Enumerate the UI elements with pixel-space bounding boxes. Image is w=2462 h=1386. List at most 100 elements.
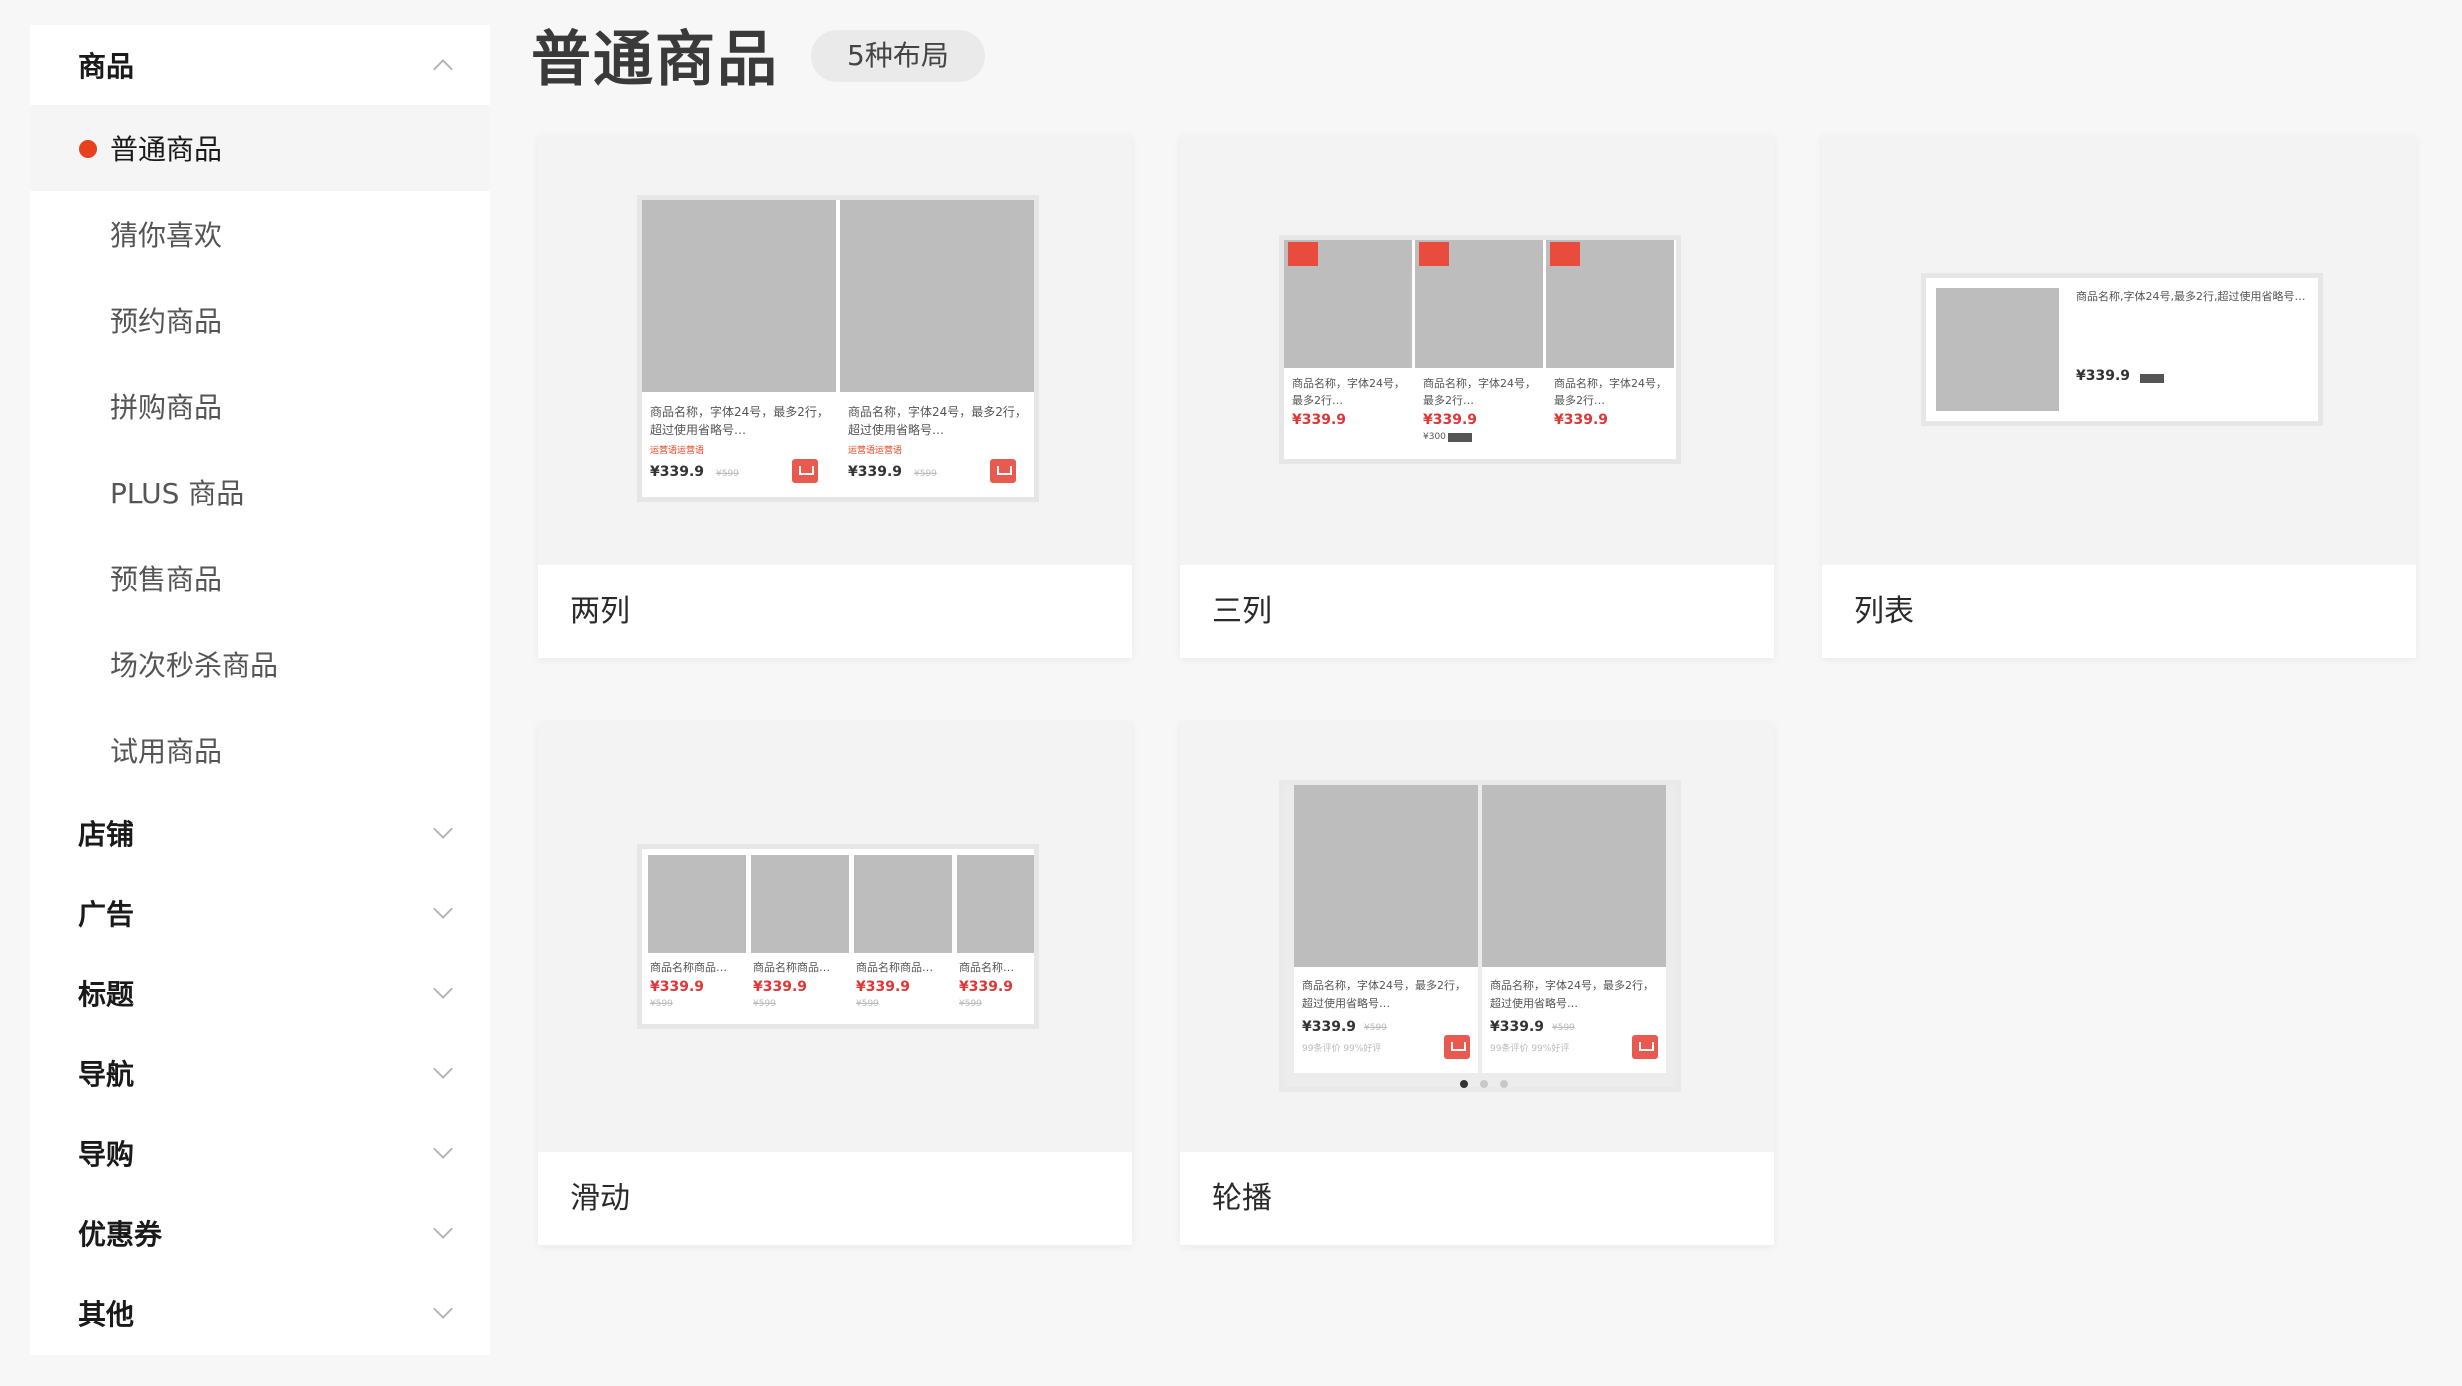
product-name: 商品名称… xyxy=(959,961,1014,974)
product-image xyxy=(642,200,836,392)
sidebar-item-reservation-goods[interactable]: 预约商品 xyxy=(30,277,490,363)
product-image xyxy=(648,855,746,953)
product-name: 商品名称，字体24号，最多2行，超过使用省略号… xyxy=(848,405,1027,437)
product-image xyxy=(751,855,849,953)
product-name: 商品名称商品… xyxy=(856,961,933,974)
sidebar-group-label: 店铺 xyxy=(78,818,135,851)
cart-icon xyxy=(792,459,818,483)
product-name: 商品名称商品… xyxy=(650,961,727,974)
original-price: ¥599 xyxy=(650,999,673,1009)
layout-card-list[interactable]: 商品名称,字体24号,最多2行,超过使用省略号… ¥339.9 列表 xyxy=(1822,135,2416,658)
sidebar-group-other[interactable]: 其他 xyxy=(30,1273,490,1353)
preview-frame: 商品名称，字体24号，最多2行，超过使用省略号… ¥339.9 ¥599 99条… xyxy=(1279,780,1681,1092)
preview-frame: 商品名称,字体24号,最多2行,超过使用省略号… ¥339.9 xyxy=(1921,273,2323,426)
product-price: ¥339.9 xyxy=(1423,412,1478,428)
product-image xyxy=(1482,785,1666,967)
sidebar-item-flash-sale-goods[interactable]: 场次秒杀商品 xyxy=(30,621,490,707)
layout-card-label: 滑动 xyxy=(570,1181,630,1216)
small-tag xyxy=(2140,374,2164,383)
sidebar-item-presale-goods[interactable]: 预售商品 xyxy=(30,535,490,621)
sidebar-item-label: 猜你喜欢 xyxy=(110,219,223,252)
original-price: ¥599 xyxy=(1364,1023,1387,1033)
product-image xyxy=(840,200,1034,392)
sidebar-group-label: 标题 xyxy=(78,978,135,1011)
layout-card-carousel[interactable]: 商品名称，字体24号，最多2行，超过使用省略号… ¥339.9 ¥599 99条… xyxy=(1180,722,1774,1245)
sidebar-item-plus-goods[interactable]: PLUS 商品 xyxy=(30,449,490,535)
layout-preview: 商品名称,字体24号,最多2行,超过使用省略号… ¥339.9 xyxy=(1822,135,2416,565)
sidebar-item-label: 普通商品 xyxy=(110,133,223,166)
sidebar-item-guess-you-like[interactable]: 猜你喜欢 xyxy=(30,191,490,277)
original-price: ¥599 xyxy=(959,999,982,1009)
sidebar-group-store[interactable]: 店铺 xyxy=(30,793,490,873)
product-price: ¥339.9 xyxy=(753,979,808,995)
carousel-slide: 商品名称，字体24号，最多2行，超过使用省略号… ¥339.9 ¥599 99条… xyxy=(1294,785,1478,1073)
promo-tag: 运营语运营语 xyxy=(848,446,903,456)
sidebar-item-label: PLUS 商品 xyxy=(110,477,245,510)
product-name: 商品名称商品… xyxy=(753,961,830,974)
product-price: ¥339.9 xyxy=(1554,412,1609,428)
product-price: ¥339.9 xyxy=(856,979,911,995)
discount-tag xyxy=(1288,242,1318,266)
layout-card-label: 两列 xyxy=(570,594,630,629)
chevron-up-icon xyxy=(433,59,453,79)
product-name: 商品名称，字体24号，最多2行，超过使用省略号… xyxy=(650,405,829,437)
layout-card-slide[interactable]: 商品名称商品… 商品名称商品… 商品名称商品… 商品名称… ¥339.9 ¥33… xyxy=(538,722,1132,1245)
preview-frame: 商品名称，字体24号，最多2行，超过使用省略号… 商品名称，字体24号，最多2行… xyxy=(637,195,1039,502)
sidebar-item-group-buy-goods[interactable]: 拼购商品 xyxy=(30,363,490,449)
cart-icon xyxy=(990,459,1016,483)
chevron-down-icon xyxy=(433,1299,453,1319)
original-price: ¥599 xyxy=(716,469,739,479)
preview-frame: 商品名称，字体24号，最多2行… 商品名称，字体24号，最多2行… 商品名称，字… xyxy=(1279,235,1681,464)
original-price: ¥599 xyxy=(856,999,879,1009)
promo-tag: 运营语运营语 xyxy=(650,446,705,456)
carousel-slide: 商品名称，字体24号，最多2行，超过使用省略号… ¥339.9 ¥599 99条… xyxy=(1482,785,1666,1073)
layout-count-badge: 5种布局 xyxy=(811,30,985,82)
sidebar-group-shopping-guide[interactable]: 导购 xyxy=(30,1113,490,1193)
product-price: ¥339.9 xyxy=(650,979,705,995)
carousel-dot xyxy=(1500,1080,1508,1088)
layout-preview: 商品名称，字体24号，最多2行… 商品名称，字体24号，最多2行… 商品名称，字… xyxy=(1180,135,1774,565)
sidebar-group-ads[interactable]: 广告 xyxy=(30,873,490,953)
layout-card-two-column[interactable]: 商品名称，字体24号，最多2行，超过使用省略号… 商品名称，字体24号，最多2行… xyxy=(538,135,1132,658)
carousel-dot xyxy=(1480,1080,1488,1088)
product-image xyxy=(1294,785,1478,967)
sidebar-group-label: 广告 xyxy=(78,898,135,931)
sidebar-group-coupon[interactable]: 优惠券 xyxy=(30,1193,490,1273)
chevron-down-icon xyxy=(433,979,453,999)
small-price: ¥300 xyxy=(1423,432,1446,442)
discount-tag xyxy=(1419,242,1449,266)
product-price: ¥339.9 xyxy=(1302,1019,1357,1035)
sidebar: 商品 普通商品 猜你喜欢 预约商品 拼购商品 PLUS 商品 预售商品 场次秒杀… xyxy=(30,25,490,1355)
sidebar-item-label: 试用商品 xyxy=(110,735,223,768)
chevron-down-icon xyxy=(433,899,453,919)
small-tag xyxy=(1448,433,1472,442)
product-price: ¥339.9 xyxy=(848,464,903,480)
product-image xyxy=(854,855,952,953)
sidebar-item-label: 场次秒杀商品 xyxy=(110,649,279,682)
review-count: 99条评价 99%好评 xyxy=(1490,1044,1570,1054)
discount-tag xyxy=(1550,242,1580,266)
chevron-down-icon xyxy=(433,1139,453,1159)
active-dot-icon xyxy=(79,140,97,158)
sidebar-item-label: 拼购商品 xyxy=(110,391,223,424)
original-price: ¥599 xyxy=(914,469,937,479)
sidebar-group-goods[interactable]: 商品 xyxy=(30,25,490,105)
product-image xyxy=(1936,288,2059,411)
product-name: 商品名称,字体24号,最多2行,超过使用省略号… xyxy=(2076,290,2306,303)
sidebar-group-label: 导航 xyxy=(78,1058,135,1091)
sidebar-item-label: 预约商品 xyxy=(110,305,223,338)
sidebar-item-trial-goods[interactable]: 试用商品 xyxy=(30,707,490,793)
product-name: 商品名称，字体24号，最多2行，超过使用省略号… xyxy=(1302,979,1466,1010)
layout-card-label: 轮播 xyxy=(1212,1181,1272,1216)
sidebar-item-normal-goods[interactable]: 普通商品 xyxy=(30,105,490,191)
sidebar-group-navigation[interactable]: 导航 xyxy=(30,1033,490,1113)
sidebar-item-label: 预售商品 xyxy=(110,563,223,596)
original-price: ¥599 xyxy=(753,999,776,1009)
product-name: 商品名称，字体24号，最多2行… xyxy=(1292,377,1405,407)
product-price: ¥339.9 xyxy=(650,464,705,480)
sidebar-group-title[interactable]: 标题 xyxy=(30,953,490,1033)
sidebar-group-label: 导购 xyxy=(78,1138,135,1171)
layout-card-three-column[interactable]: 商品名称，字体24号，最多2行… 商品名称，字体24号，最多2行… 商品名称，字… xyxy=(1180,135,1774,658)
chevron-down-icon xyxy=(433,1219,453,1239)
layout-preview: 商品名称商品… 商品名称商品… 商品名称商品… 商品名称… ¥339.9 ¥33… xyxy=(538,722,1132,1152)
